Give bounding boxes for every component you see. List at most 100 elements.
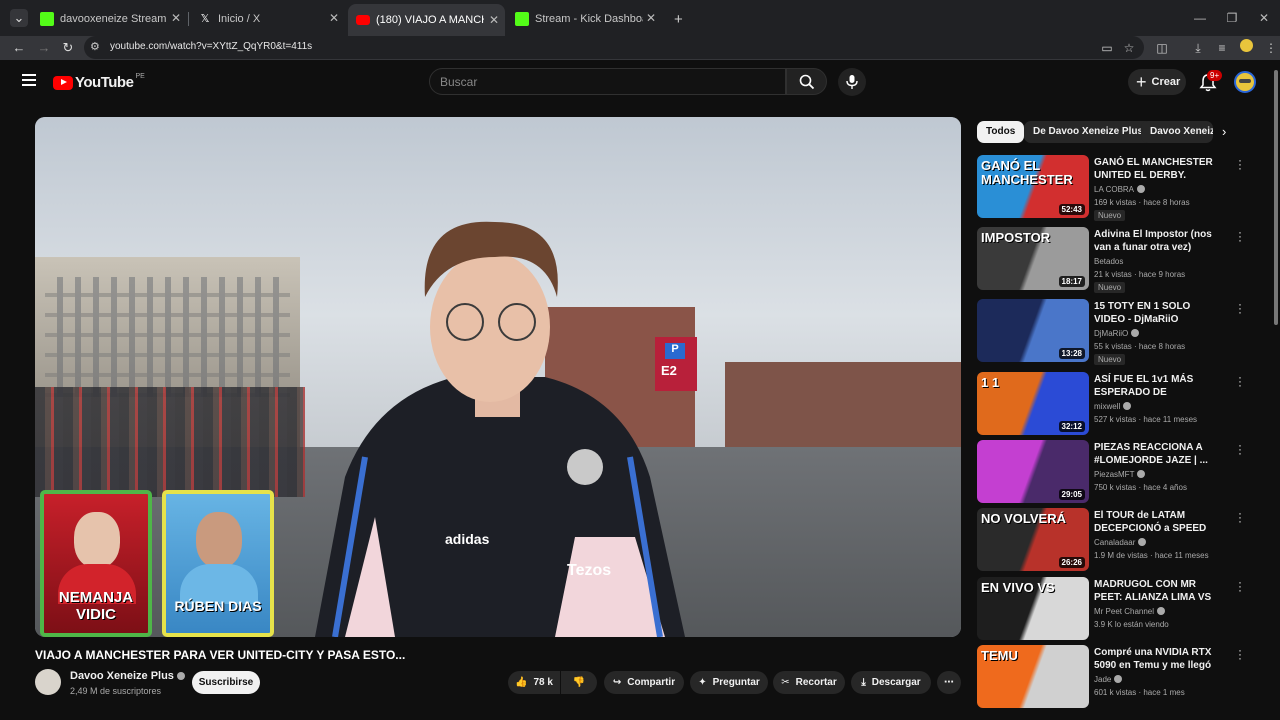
video-thumbnail[interactable]: 1 1 32:12 [977, 372, 1089, 435]
more-actions-button[interactable]: ⋯ [937, 671, 961, 694]
recommendation-title[interactable]: 15 TOTY EN 1 SOLO VIDEO - DjMaRiiO [1094, 300, 1222, 326]
chip-todos[interactable]: Todos [977, 121, 1025, 143]
recommendation-title[interactable]: MADRUGOL CON MR PEET: ALIANZA LIMA VS CO… [1094, 578, 1222, 605]
more-options-icon[interactable]: · · · [1235, 154, 1245, 174]
account-avatar[interactable] [1234, 71, 1256, 93]
menu-hamburger-icon[interactable] [22, 74, 36, 86]
create-button[interactable]: + Crear [1128, 69, 1186, 95]
ask-button[interactable]: ✦ Preguntar [690, 671, 768, 694]
jacket-brand-text: adidas [445, 531, 490, 547]
recommendation-channel[interactable]: Mr Peet Channel [1094, 607, 1166, 616]
restore-icon[interactable]: ❐ [1216, 0, 1248, 36]
chips-next-icon[interactable]: › [1222, 124, 1226, 139]
recommendation-channel[interactable]: DjMaRiiO [1094, 329, 1140, 338]
channel-name[interactable]: Davoo Xeneize Plus [70, 670, 185, 682]
voice-search-button[interactable] [838, 68, 866, 96]
media-control-icon[interactable]: ≡ [1213, 39, 1231, 57]
video-thumbnail[interactable]: TEMU [977, 645, 1089, 708]
profile-icon[interactable] [1237, 39, 1255, 57]
recommendation-channel[interactable]: LA COBRA [1094, 185, 1146, 194]
recommendation-item[interactable]: GANÓ EL MANCHESTER 52:43 GANÓ EL MANCHESTE… [977, 154, 1257, 221]
tab-title: (180) VIAJO A MANCHESTER P [376, 14, 484, 26]
video-thumbnail[interactable]: 29:05 [977, 440, 1089, 503]
back-icon[interactable]: ← [10, 39, 28, 57]
recommendation-item[interactable]: 29:05 PIEZAS REACCIONA A #LOMEJORDE JAZE … [977, 439, 1257, 504]
recommendation-title[interactable]: Compré una NVIDIA RTX 5090 en Temu y me … [1094, 646, 1222, 673]
player-face [74, 512, 120, 568]
chip-channel[interactable]: De Davoo Xeneize Plus [1024, 121, 1153, 143]
reload-icon[interactable]: ↻ [59, 39, 77, 57]
channel-avatar[interactable] [35, 669, 61, 695]
close-tab-icon[interactable]: ✕ [646, 11, 656, 25]
close-tab-icon[interactable]: ✕ [329, 11, 339, 25]
download-button[interactable]: ⤓ Descargar [851, 671, 931, 694]
close-tab-icon[interactable]: ✕ [171, 11, 181, 25]
chip-related[interactable]: Davoo Xeneize [1141, 121, 1213, 143]
extensions-icon[interactable]: ◫ [1153, 39, 1171, 57]
cast-icon[interactable]: ▭ [1098, 39, 1116, 57]
share-icon: ↪ [612, 677, 622, 688]
more-options-icon[interactable]: · · · [1235, 371, 1245, 391]
recommendation-channel[interactable]: mixwell [1094, 402, 1132, 411]
bookmark-star-icon[interactable]: ☆ [1120, 39, 1138, 57]
recommendation-item[interactable]: TEMU Compré una NVIDIA RTX 5090 en Temu y… [977, 644, 1257, 709]
video-thumbnail[interactable]: GANÓ EL MANCHESTER 52:43 [977, 155, 1089, 218]
recommendation-channel[interactable]: Betados [1094, 257, 1123, 266]
recommendation-channel[interactable]: Jade [1094, 675, 1123, 684]
more-options-icon[interactable]: · · · [1235, 298, 1245, 318]
video-thumbnail[interactable]: EN VIVO VS [977, 577, 1089, 640]
search-button[interactable] [786, 68, 827, 95]
youtube-logo[interactable]: YouTube PE [53, 73, 145, 91]
tab-search-icon[interactable]: ⌄ [10, 9, 28, 27]
tab-youtube-active[interactable]: (180) VIAJO A MANCHESTER P ✕ [348, 4, 505, 36]
recommendation-item[interactable]: NO VOLVERÁ 26:26 El TOUR de LATAM DECEPCIO… [977, 507, 1257, 572]
video-thumbnail[interactable]: NO VOLVERÁ 26:26 [977, 508, 1089, 571]
forward-icon[interactable]: → [35, 39, 53, 57]
like-button[interactable]: 👍 78 k [508, 671, 560, 694]
search-input[interactable] [440, 75, 770, 89]
recommendation-channel[interactable]: PiezasMFT [1094, 470, 1146, 479]
page-scrollbar[interactable] [1274, 70, 1278, 325]
microphone-icon [846, 75, 858, 89]
video-thumbnail[interactable]: IMPOSTOR 18:17 [977, 227, 1089, 290]
more-options-icon[interactable]: · · · [1235, 507, 1245, 527]
clip-button[interactable]: ✂ Recortar [773, 671, 845, 694]
recommendation-title[interactable]: PIEZAS REACCIONA A #LOMEJORDE JAZE | ... [1094, 441, 1222, 467]
minimize-icon[interactable]: — [1184, 0, 1216, 36]
scissors-icon: ✂ [781, 677, 790, 688]
more-options-icon[interactable]: · · · [1235, 226, 1245, 246]
video-frame-building [725, 362, 961, 452]
recommendation-channel[interactable]: Canaladaar [1094, 538, 1147, 547]
recommendation-title[interactable]: GANÓ EL MANCHESTER UNITED EL DERBY. DEBA… [1094, 156, 1222, 183]
address-bar[interactable]: ⚙ youtube.com/watch?v=XYttZ_QqYR0&t=411s [84, 36, 1144, 59]
share-button[interactable]: ↪ Compartir [604, 671, 684, 694]
close-window-icon[interactable]: ✕ [1248, 0, 1280, 36]
video-thumbnail[interactable]: 13:28 [977, 299, 1089, 362]
tab-x[interactable]: 𝕏 Inicio / X ✕ [190, 6, 345, 32]
video-player[interactable]: P E2 adidas Tezos NEMANJA VIDIC RÚBEN DI… [35, 117, 961, 637]
new-tab-button[interactable]: + [666, 6, 686, 32]
recommendation-item[interactable]: EN VIVO VS MADRUGOL CON MR PEET: ALIANZA … [977, 576, 1257, 641]
recommendation-item[interactable]: IMPOSTOR 18:17 Adivina El Impostor (nos va… [977, 226, 1257, 293]
tab-kick-stream[interactable]: davooxeneize Stream - Watch L ✕ [32, 6, 187, 32]
recommendation-item[interactable]: 13:28 15 TOTY EN 1 SOLO VIDEO - DjMaRiiO D… [977, 298, 1257, 365]
recommendation-title[interactable]: ASÍ FUE EL 1v1 MÁS ESPERADO DE VALORANT … [1094, 373, 1222, 400]
menu-icon[interactable]: ⋮ [1262, 39, 1280, 57]
channel-text: Canaladaar [1094, 538, 1136, 547]
ask-label: Preguntar [712, 677, 760, 688]
downloads-icon[interactable]: ⤓ [1189, 39, 1207, 57]
recommendation-title[interactable]: Adivina El Impostor (nos van a funar otr… [1094, 228, 1222, 254]
more-options-icon[interactable]: · · · [1235, 576, 1245, 596]
more-options-icon[interactable]: · · · [1235, 644, 1245, 664]
dislike-button[interactable]: 👎 [561, 671, 597, 694]
close-tab-icon[interactable]: ✕ [489, 13, 499, 27]
recommendation-title[interactable]: El TOUR de LATAM DECEPCIONÓ a SPEED [1094, 509, 1222, 535]
recommendation-meta: 3.9 K lo están viendo [1094, 620, 1169, 629]
recommendation-item[interactable]: 1 1 32:12 ASÍ FUE EL 1v1 MÁS ESPERADO DE V… [977, 371, 1257, 436]
video-title: VIAJO A MANCHESTER PARA VER UNITED-CITY … [35, 648, 406, 662]
site-info-icon[interactable]: ⚙ [90, 40, 100, 53]
subscribe-button[interactable]: Suscribirse [192, 671, 260, 694]
recommendation-meta: 169 k vistas · hace 8 horas [1094, 198, 1190, 207]
more-options-icon[interactable]: · · · [1235, 439, 1245, 459]
tab-kick-dashboard[interactable]: Stream - Kick Dashboard ✕ [507, 6, 662, 32]
